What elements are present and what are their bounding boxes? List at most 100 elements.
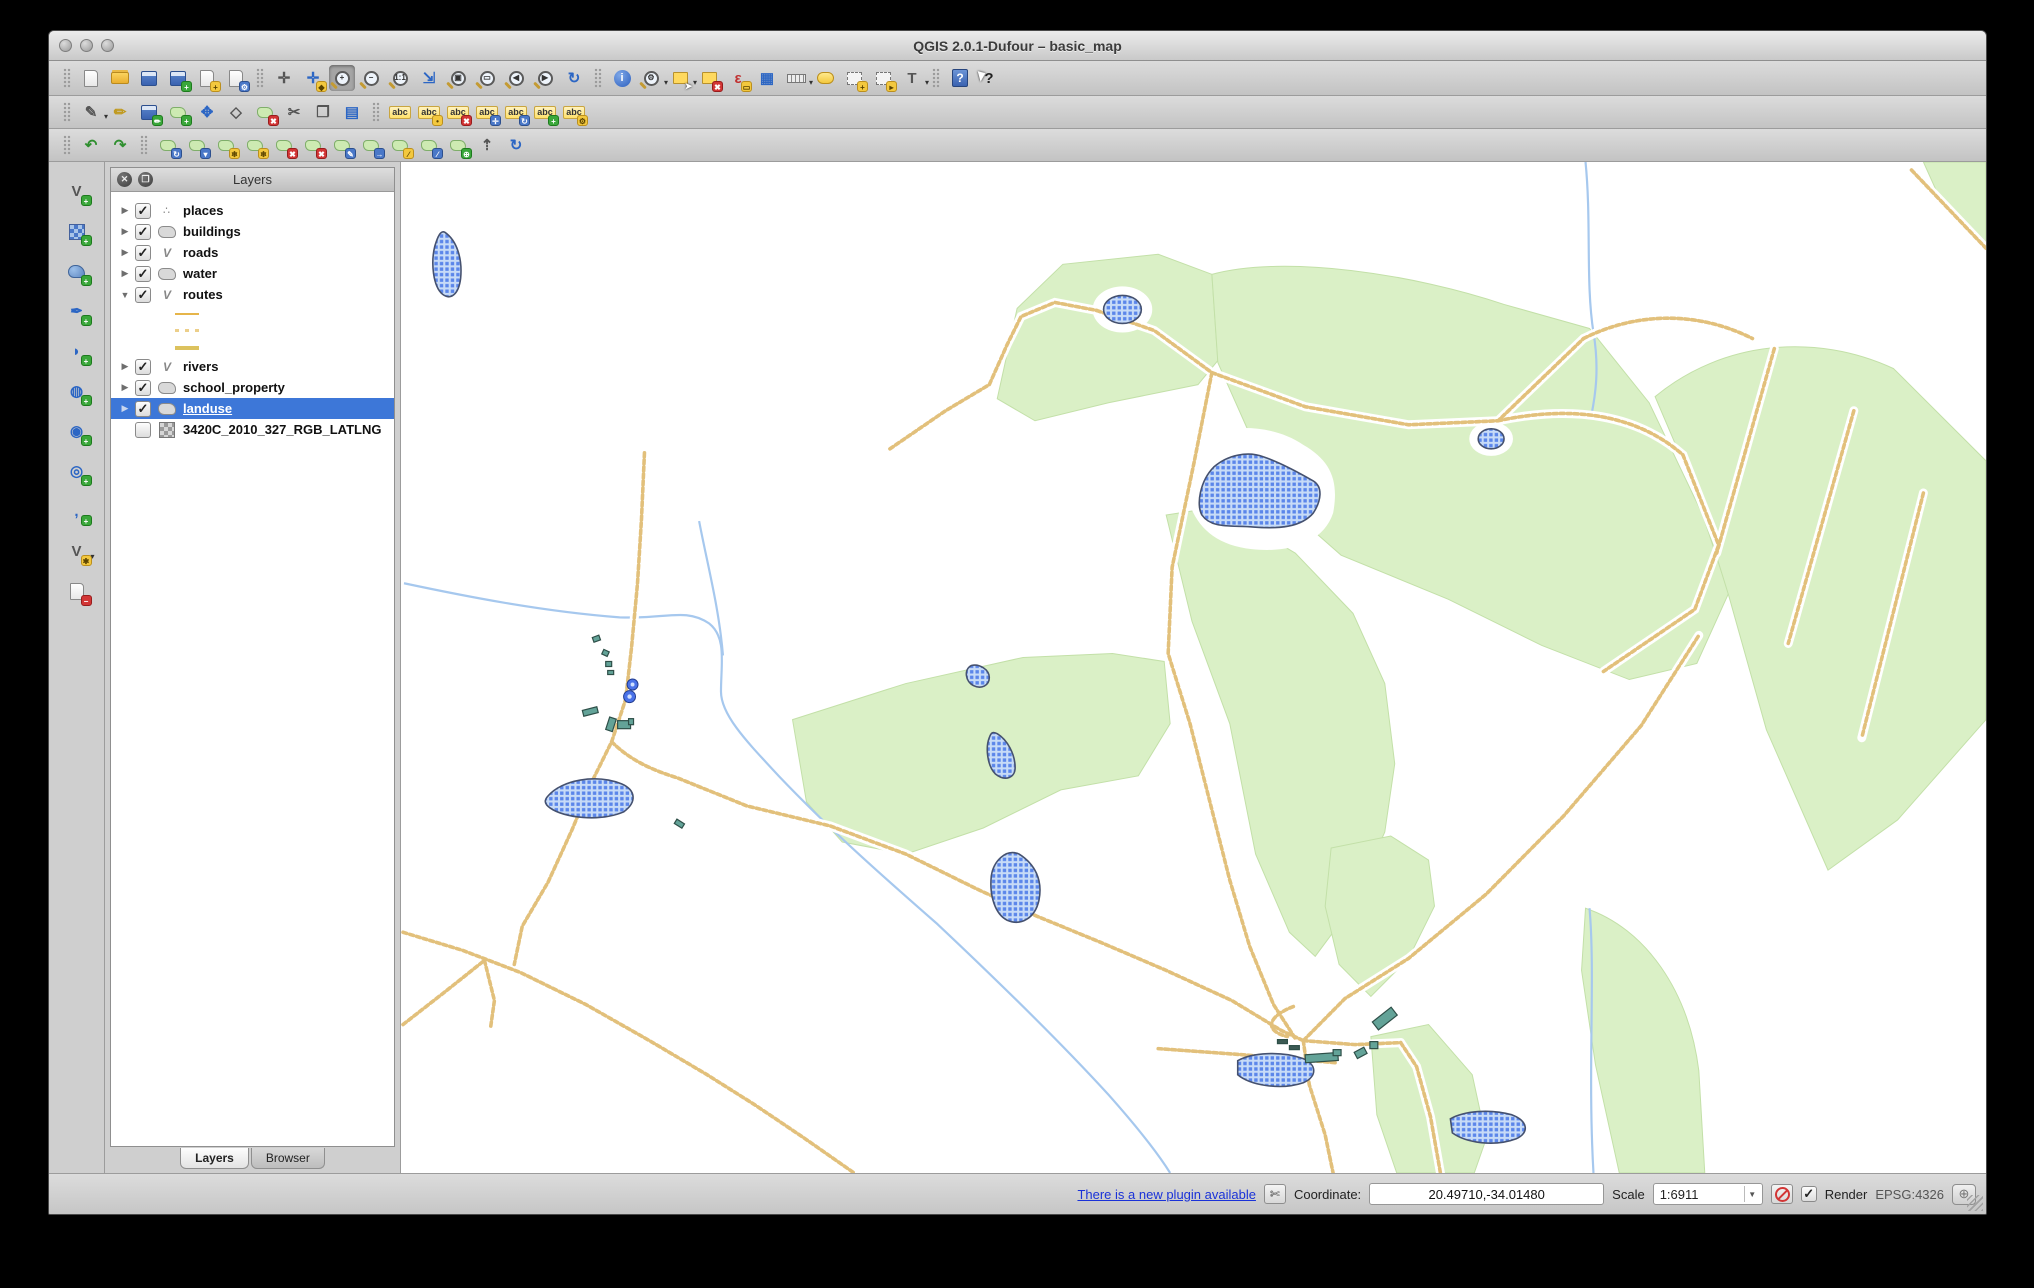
- expand-arrow-icon[interactable]: ▶: [119, 247, 131, 258]
- select-by-expression-button[interactable]: ε ▭: [725, 65, 752, 92]
- refresh-map-button[interactable]: ↻: [561, 65, 587, 91]
- pan-to-selection-button[interactable]: ✛ ◆: [300, 65, 327, 92]
- layer-item-landuse[interactable]: ▶ ✓ landuse: [111, 398, 394, 419]
- label-change-button[interactable]: abc +: [532, 99, 559, 126]
- deselect-features-button[interactable]: ✖: [696, 65, 723, 92]
- render-checkbox[interactable]: ✓: [1800, 1186, 1817, 1202]
- layer-visibility-checkbox[interactable]: ✓: [135, 286, 151, 303]
- zoom-full-button[interactable]: ⇲: [416, 65, 442, 91]
- labeling-button[interactable]: abc: [387, 99, 413, 125]
- fill-ring-button[interactable]: ❄: [242, 132, 269, 159]
- select-features-button[interactable]: ➤ ▾: [667, 65, 697, 91]
- add-mssql-layer-button[interactable]: ◗ +: [63, 338, 92, 366]
- run-feature-action-button[interactable]: ⚙ ▾: [638, 65, 668, 91]
- redo-button[interactable]: ↷: [107, 132, 133, 158]
- merge-features-button[interactable]: ⊕: [445, 132, 472, 159]
- layer-visibility-checkbox[interactable]: ✓: [135, 202, 151, 219]
- map-canvas[interactable]: [401, 162, 1986, 1173]
- layer-item-water[interactable]: ▶ ✓ water: [111, 263, 394, 284]
- coordinate-input[interactable]: [1369, 1183, 1605, 1205]
- label-move-button[interactable]: abc ✛: [474, 99, 501, 126]
- layer-item-routes[interactable]: ▼ ✓ Vroutes: [111, 284, 394, 305]
- paste-features-button[interactable]: ▤: [339, 99, 365, 125]
- move-feature-button[interactable]: ✥: [194, 99, 220, 125]
- add-postgis-layer-button[interactable]: +: [63, 258, 92, 286]
- expand-arrow-icon[interactable]: ▼: [119, 290, 131, 300]
- map-tips-button[interactable]: [812, 65, 838, 91]
- undo-button[interactable]: ↶: [78, 132, 104, 158]
- expand-arrow-icon[interactable]: ▶: [119, 205, 131, 216]
- help-contents-button[interactable]: ?: [947, 65, 973, 91]
- show-bookmarks-button[interactable]: ▸: [870, 65, 897, 92]
- plugin-icon[interactable]: ✄: [1263, 1184, 1286, 1204]
- minimize-window-button[interactable]: [80, 39, 93, 52]
- add-spatialite-layer-button[interactable]: ✒ +: [63, 298, 92, 326]
- composer-manager-button[interactable]: ⚙: [223, 65, 250, 92]
- label-properties-button[interactable]: abc ⚙: [561, 99, 588, 126]
- layer-item-3420C_2010_327_RGB_LATLNG[interactable]: 3420C_2010_327_RGB_LATLNG: [111, 419, 394, 440]
- expand-arrow-icon[interactable]: ▶: [119, 226, 131, 237]
- rotate-point-symbols-button[interactable]: ↻: [503, 132, 529, 158]
- zoom-in-button[interactable]: +: [329, 65, 355, 91]
- resize-grip[interactable]: [1967, 1195, 1983, 1211]
- copy-features-button[interactable]: ❐: [310, 99, 336, 125]
- remove-layer-button[interactable]: −: [63, 578, 92, 606]
- node-tool-button[interactable]: ◇: [223, 99, 249, 125]
- zoom-next-button[interactable]: ▶: [532, 65, 558, 91]
- zoom-out-button[interactable]: −: [358, 65, 384, 91]
- scale-dropdown-arrow[interactable]: ▼: [1743, 1186, 1760, 1202]
- add-feature-button[interactable]: +: [165, 99, 192, 126]
- scale-combo[interactable]: 1:6911 ▼: [1652, 1183, 1763, 1205]
- layer-item-roads[interactable]: ▶ ✓ Vroads: [111, 242, 394, 263]
- offset-curve-button[interactable]: →: [358, 132, 385, 159]
- add-wcs-layer-button[interactable]: ◉ +: [63, 418, 92, 446]
- merge-attributes-button[interactable]: ⇡: [474, 132, 500, 158]
- layer-item-school_property[interactable]: ▶ ✓ school_property: [111, 377, 394, 398]
- zoom-last-button[interactable]: ◀: [503, 65, 529, 91]
- zoom-actual-button[interactable]: 1:1: [387, 65, 413, 91]
- zoom-to-selection-button[interactable]: ▣: [445, 65, 471, 91]
- add-wms-layer-button[interactable]: ◍ +: [63, 378, 92, 406]
- new-shapefile-layer-dropdown-arrow[interactable]: ▾: [90, 552, 94, 561]
- label-rotate-button[interactable]: abc ↻: [503, 99, 530, 126]
- new-print-composer-button[interactable]: +: [194, 65, 221, 92]
- zoom-window-button[interactable]: [101, 39, 114, 52]
- stop-render-button[interactable]: [1770, 1184, 1793, 1204]
- zoom-to-layer-button[interactable]: ▭: [474, 65, 500, 91]
- tab-layers[interactable]: Layers: [180, 1148, 249, 1169]
- rotate-feature-button[interactable]: ↻: [155, 132, 182, 159]
- save-project-as-button[interactable]: +: [165, 65, 192, 92]
- layer-visibility-checkbox[interactable]: ✓: [135, 244, 151, 261]
- expand-arrow-icon[interactable]: ▶: [119, 268, 131, 279]
- layer-visibility-checkbox[interactable]: ✓: [135, 223, 151, 240]
- text-annotation-button[interactable]: T ▾: [899, 65, 929, 91]
- measure-line-button[interactable]: ▾: [783, 65, 813, 91]
- layer-item-places[interactable]: ▶ ✓ ∴ places: [111, 200, 394, 221]
- close-window-button[interactable]: [59, 39, 72, 52]
- text-annotation-dropdown-arrow[interactable]: ▾: [925, 78, 929, 87]
- delete-ring-button[interactable]: ✖: [271, 132, 298, 159]
- split-features-button[interactable]: ∕: [387, 132, 414, 159]
- open-attribute-table-button[interactable]: ▦: [754, 65, 780, 91]
- delete-part-button[interactable]: ✖: [300, 132, 327, 159]
- open-project-button[interactable]: [107, 65, 133, 91]
- cut-features-button[interactable]: ✂: [281, 99, 307, 125]
- new-shapefile-layer-button[interactable]: V ✱ ▾: [63, 538, 95, 566]
- title-bar[interactable]: QGIS 2.0.1-Dufour – basic_map: [49, 31, 1986, 61]
- expand-arrow-icon[interactable]: ▶: [119, 361, 131, 372]
- expand-arrow-icon[interactable]: ▶: [119, 382, 131, 393]
- new-project-button[interactable]: [78, 65, 104, 91]
- identify-features-button[interactable]: i: [609, 65, 635, 91]
- label-pin-button[interactable]: abc •: [416, 99, 443, 126]
- current-edits-button[interactable]: ✎ ▾: [78, 99, 108, 125]
- new-bookmark-button[interactable]: +: [841, 65, 868, 92]
- layer-visibility-checkbox[interactable]: [135, 421, 151, 438]
- expand-arrow-icon[interactable]: ▶: [119, 403, 131, 414]
- split-parts-button[interactable]: ∕: [416, 132, 443, 159]
- add-raster-layer-button[interactable]: +: [63, 218, 92, 246]
- delete-selected-button[interactable]: ✖: [252, 99, 279, 126]
- add-delimited-text-layer-button[interactable]: , +: [63, 498, 92, 526]
- layer-visibility-checkbox[interactable]: ✓: [135, 358, 151, 375]
- toggle-editing-button[interactable]: ✏: [107, 99, 133, 125]
- tab-browser[interactable]: Browser: [250, 1148, 325, 1169]
